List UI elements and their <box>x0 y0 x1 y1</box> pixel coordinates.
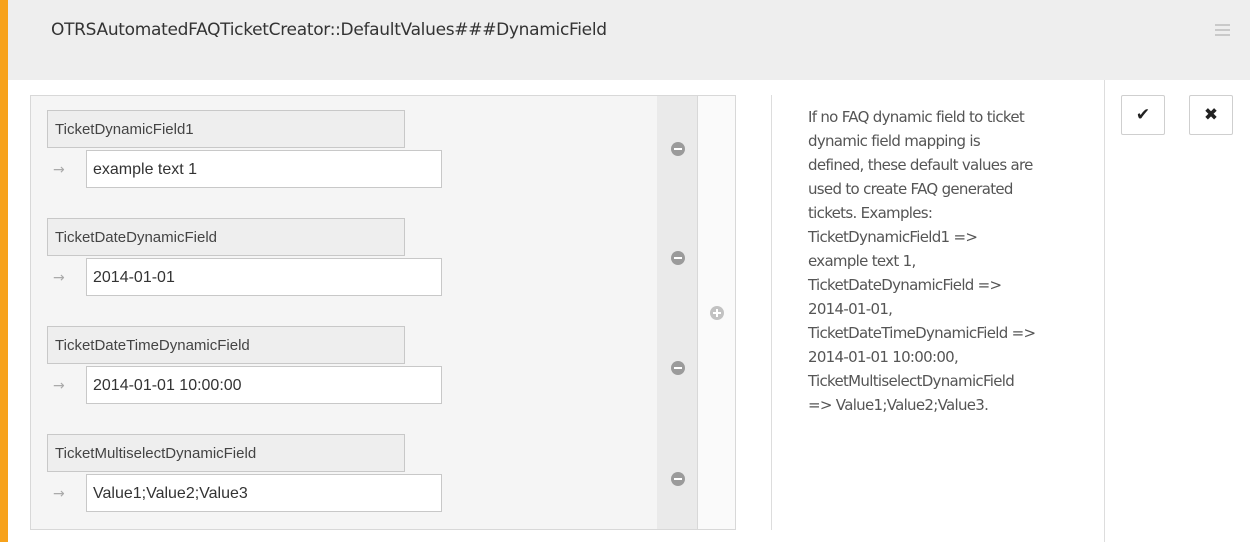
hash-row: TicketDateTimeDynamicField → 2014-01-01 … <box>31 312 657 421</box>
remove-row-icon[interactable] <box>671 142 685 156</box>
value-field[interactable]: 2014-01-01 <box>86 258 442 296</box>
arrow-right-icon: → <box>53 270 65 286</box>
hash-row: TicketDynamicField1 → example text 1 <box>31 96 657 205</box>
key-field[interactable]: TicketDateDynamicField <box>47 218 405 256</box>
description-line: TicketDateDynamicField => <box>808 276 1002 294</box>
description-line: defined, these default values are <box>808 156 1033 174</box>
hamburger-menu-icon[interactable] <box>1215 24 1230 36</box>
arrow-right-icon: → <box>53 486 65 502</box>
key-field[interactable]: TicketDynamicField1 <box>47 110 405 148</box>
description-line: example text 1, <box>808 252 916 270</box>
remove-column <box>657 96 697 529</box>
arrow-right-icon: → <box>53 162 65 178</box>
description-line: => Value1;Value2;Value3. <box>808 396 989 414</box>
modified-accent-bar <box>0 0 8 542</box>
divider <box>771 95 772 530</box>
value-field[interactable]: 2014-01-01 10:00:00 <box>86 366 442 404</box>
remove-row-icon[interactable] <box>671 361 685 375</box>
key-field[interactable]: TicketDateTimeDynamicField <box>47 326 405 364</box>
description-line: If no FAQ dynamic field to ticket <box>808 108 1025 126</box>
hash-row: TicketMultiselectDynamicField → Value1;V… <box>31 420 657 529</box>
hash-row: TicketDateDynamicField → 2014-01-01 <box>31 204 657 313</box>
description-line: tickets. Examples: <box>808 204 933 222</box>
save-button[interactable]: ✔ <box>1121 95 1165 135</box>
description-line: 2014-01-01, <box>808 300 893 318</box>
cancel-button[interactable]: ✖ <box>1189 95 1233 135</box>
add-row-icon[interactable] <box>710 306 724 320</box>
setting-description: If no FAQ dynamic field to ticket dynami… <box>808 105 1093 417</box>
remove-row-icon[interactable] <box>671 251 685 265</box>
hash-rows: TicketDynamicField1 → example text 1 Tic… <box>31 96 657 529</box>
description-line: TicketDynamicField1 => <box>808 228 978 246</box>
checkmark-icon: ✔ <box>1135 105 1151 125</box>
setting-header: OTRSAutomatedFAQTicketCreator::DefaultVa… <box>8 0 1250 80</box>
setting-title: OTRSAutomatedFAQTicketCreator::DefaultVa… <box>51 20 607 40</box>
description-line: used to create FAQ generated <box>808 180 1013 198</box>
close-icon: ✖ <box>1203 105 1219 125</box>
add-column <box>697 96 735 529</box>
description-line: dynamic field mapping is <box>808 132 981 150</box>
value-field[interactable]: example text 1 <box>86 150 442 188</box>
remove-row-icon[interactable] <box>671 472 685 486</box>
action-panel: ✔ ✖ <box>1104 80 1250 542</box>
description-line: TicketDateTimeDynamicField => <box>808 324 1036 342</box>
hash-editor: TicketDynamicField1 → example text 1 Tic… <box>30 95 736 530</box>
description-line: TicketMultiselectDynamicField <box>808 372 1015 390</box>
arrow-right-icon: → <box>53 378 65 394</box>
value-field[interactable]: Value1;Value2;Value3 <box>86 474 442 512</box>
description-line: 2014-01-01 10:00:00, <box>808 348 959 366</box>
key-field[interactable]: TicketMultiselectDynamicField <box>47 434 405 472</box>
